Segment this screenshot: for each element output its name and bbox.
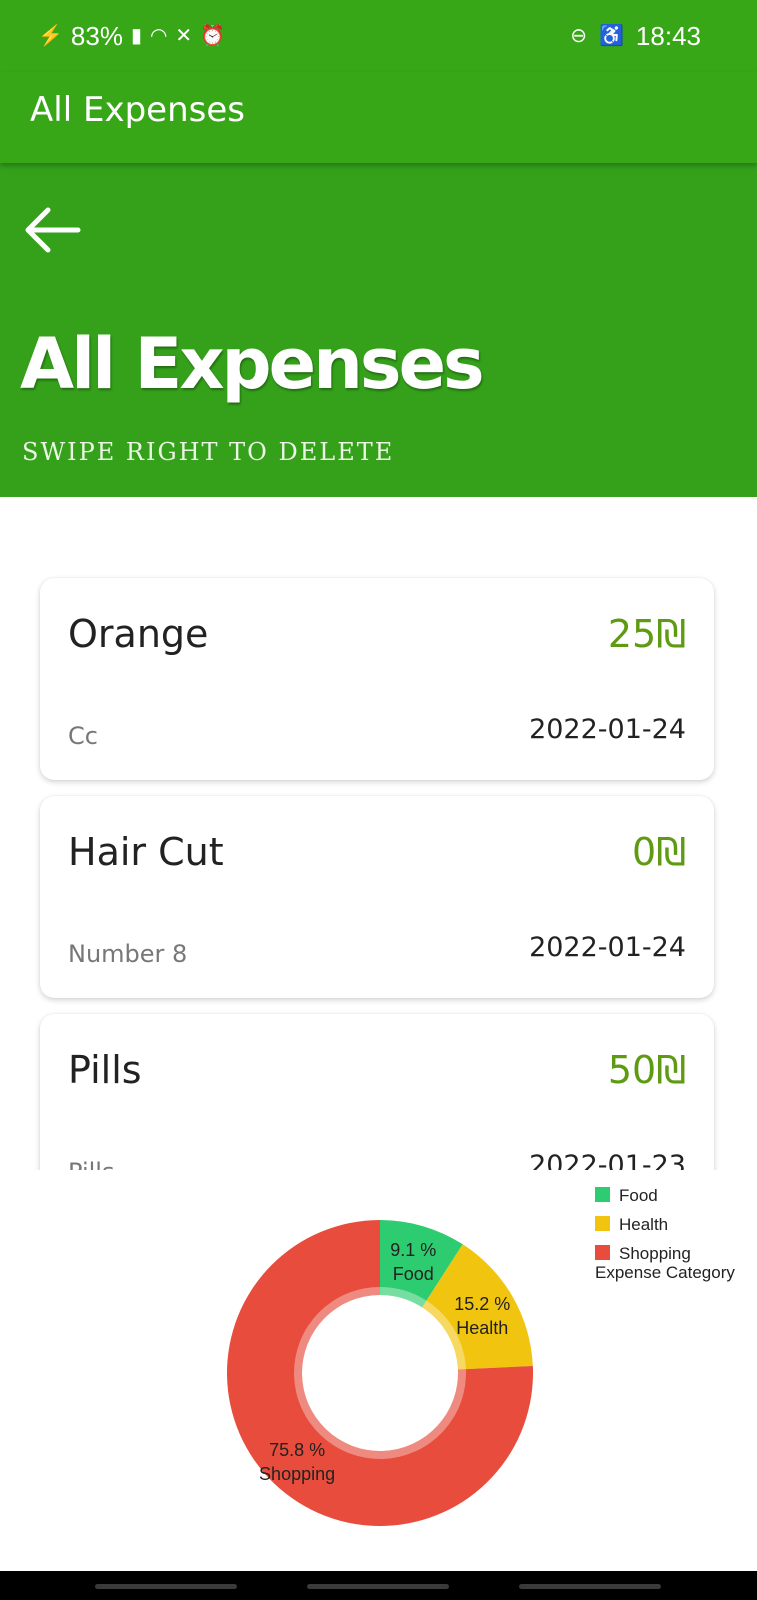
app-bar-title: All Expenses xyxy=(30,90,245,130)
expense-card[interactable]: Hair Cut 0₪ Number 8 2022-01-24 xyxy=(40,796,714,998)
slice-category-label: Shopping xyxy=(259,1464,335,1484)
header-banner: All Expenses SWIPE RIGHT TO DELETE xyxy=(0,163,757,497)
page-subtitle: SWIPE RIGHT TO DELETE xyxy=(22,438,395,466)
clock: 18:43 xyxy=(635,20,701,51)
legend-swatch xyxy=(595,1187,610,1202)
status-left: ⚡ 83% ▮ ◠ ✕ ⏰ xyxy=(38,20,225,52)
nav-back-handle[interactable] xyxy=(519,1584,661,1589)
expense-date: 2022-01-24 xyxy=(529,714,686,745)
expense-date: 2022-01-24 xyxy=(529,932,686,963)
legend-label: Food xyxy=(619,1186,658,1205)
expense-card[interactable]: Pills 50₪ Pills 2022-01-23 xyxy=(40,1014,714,1170)
nav-recents-handle[interactable] xyxy=(95,1584,237,1589)
slice-percent-label: 75.8 % xyxy=(269,1440,325,1460)
expense-chart: 9.1 % Food 15.2 % Health 75.8 % Shopping Food H… xyxy=(0,1170,757,1570)
back-button[interactable] xyxy=(20,203,84,257)
dnd-icon: ⊖ xyxy=(570,25,588,47)
slice-percent-label: 15.2 % xyxy=(454,1294,510,1314)
legend-swatch xyxy=(595,1216,610,1231)
charging-icon: ⚡ xyxy=(38,25,63,47)
alarm-icon: ⏰ xyxy=(200,25,226,47)
legend-title: Expense Category xyxy=(595,1263,735,1282)
expense-note: Number 8 xyxy=(68,940,188,968)
expense-card[interactable]: Orange 25₪ Cc 2022-01-24 xyxy=(40,578,714,780)
slice-percent-label: 9.1 % xyxy=(390,1240,436,1260)
page-title: All Expenses xyxy=(20,323,485,405)
legend-swatch xyxy=(595,1245,610,1260)
status-bar: ⚡ 83% ▮ ◠ ✕ ⏰ ⊖ ♿ 18:43 xyxy=(0,0,757,72)
status-right: ⊖ ♿ 18:43 xyxy=(570,20,701,52)
expense-note: Cc xyxy=(68,722,98,750)
legend-label: Health xyxy=(619,1215,668,1234)
wifi-icon: ◠ xyxy=(149,25,168,47)
system-nav-bar xyxy=(0,1571,757,1600)
expense-note: Pills xyxy=(68,1158,114,1170)
accessibility-icon: ♿ xyxy=(599,25,624,47)
expense-title: Hair Cut xyxy=(68,830,224,874)
slice-category-label: Food xyxy=(393,1264,434,1284)
expense-title: Orange xyxy=(68,612,209,656)
legend-label: Shopping xyxy=(619,1244,691,1263)
expense-amount: 25₪ xyxy=(607,612,686,656)
mute-icon: ✕ xyxy=(175,25,193,47)
expense-title: Pills xyxy=(68,1048,142,1092)
app-bar: All Expenses xyxy=(0,72,757,163)
expense-date: 2022-01-23 xyxy=(529,1150,686,1170)
battery-level: 83% xyxy=(70,20,123,51)
nav-home-handle[interactable] xyxy=(307,1584,449,1589)
donut-chart: 9.1 % Food 15.2 % Health 75.8 % Shopping Food H… xyxy=(227,1186,735,1526)
expense-list[interactable]: Orange 25₪ Cc 2022-01-24 Hair Cut 0₪ Num… xyxy=(0,497,757,1170)
signal-icon: ▮ xyxy=(130,25,142,47)
slice-category-label: Health xyxy=(456,1318,508,1338)
expense-amount: 50₪ xyxy=(607,1048,686,1092)
expense-amount: 0₪ xyxy=(632,830,686,874)
back-arrow-icon xyxy=(25,207,81,253)
